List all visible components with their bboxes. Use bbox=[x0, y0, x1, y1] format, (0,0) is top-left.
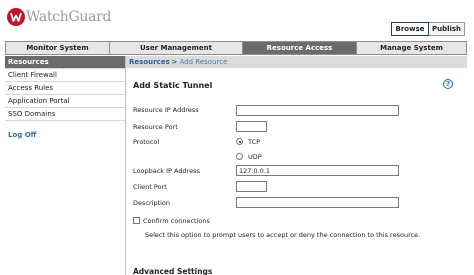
resource-port-input[interactable] bbox=[236, 121, 267, 132]
logo-mark-icon bbox=[7, 8, 25, 26]
resource-port-label: Resource Port bbox=[133, 123, 178, 131]
confirm-connections-note: Select this option to prompt users to ac… bbox=[145, 231, 421, 239]
sidebar-item-sso-domains[interactable]: SSO Domains bbox=[5, 108, 125, 121]
protocol-tcp-radio[interactable] bbox=[236, 138, 243, 145]
confirm-connections-checkbox[interactable] bbox=[133, 217, 140, 224]
advanced-settings-heading: Advanced Settings bbox=[133, 267, 213, 275]
sidebar-item-access-rules[interactable]: Access Rules bbox=[5, 82, 125, 95]
description-input[interactable] bbox=[236, 197, 399, 208]
client-port-input[interactable] bbox=[236, 181, 267, 192]
loopback-ip-input[interactable] bbox=[236, 165, 399, 176]
protocol-tcp-label: TCP bbox=[248, 138, 261, 146]
protocol-udp-label: UDP bbox=[248, 153, 262, 161]
sidebar: Resources Client Firewall Access Rules A… bbox=[5, 56, 125, 139]
breadcrumb-current: Add Resource bbox=[179, 58, 228, 66]
tab-user-management[interactable]: User Management bbox=[110, 42, 243, 54]
top-button-group: Browse Publish bbox=[391, 22, 465, 36]
logo-text: WatchGuard bbox=[26, 9, 112, 25]
breadcrumb: Resources > Add Resource bbox=[126, 56, 467, 68]
protocol-label: Protocol bbox=[133, 138, 160, 146]
tab-manage-system[interactable]: Manage System bbox=[357, 42, 466, 54]
tab-resource-access[interactable]: Resource Access bbox=[243, 42, 357, 54]
protocol-udp-radio[interactable] bbox=[236, 153, 243, 160]
sidebar-item-resources[interactable]: Resources bbox=[5, 56, 125, 69]
logoff-link[interactable]: Log Off bbox=[5, 131, 125, 139]
watchguard-logo: WatchGuard bbox=[7, 6, 112, 28]
loopback-ip-label: Loopback IP Address bbox=[133, 167, 200, 175]
client-port-label: Client Port bbox=[133, 183, 167, 191]
confirm-connections-label: Confirm connections bbox=[143, 217, 210, 225]
sidebar-item-client-firewall[interactable]: Client Firewall bbox=[5, 69, 125, 82]
resource-ip-input[interactable] bbox=[236, 105, 399, 116]
main-nav-tabs: Monitor System User Management Resource … bbox=[5, 41, 467, 55]
help-icon[interactable]: ? bbox=[443, 79, 453, 89]
tab-monitor-system[interactable]: Monitor System bbox=[6, 42, 110, 54]
page-title: Add Static Tunnel bbox=[133, 81, 213, 90]
sidebar-item-application-portal[interactable]: Application Portal bbox=[5, 95, 125, 108]
description-label: Description bbox=[133, 199, 171, 207]
resource-ip-label: Resource IP Address bbox=[133, 106, 199, 114]
sidebar-divider bbox=[125, 56, 126, 275]
breadcrumb-separator: > bbox=[171, 58, 178, 66]
browse-button[interactable]: Browse bbox=[391, 22, 429, 36]
publish-button[interactable]: Publish bbox=[429, 22, 465, 36]
breadcrumb-resources-link[interactable]: Resources bbox=[129, 58, 170, 66]
